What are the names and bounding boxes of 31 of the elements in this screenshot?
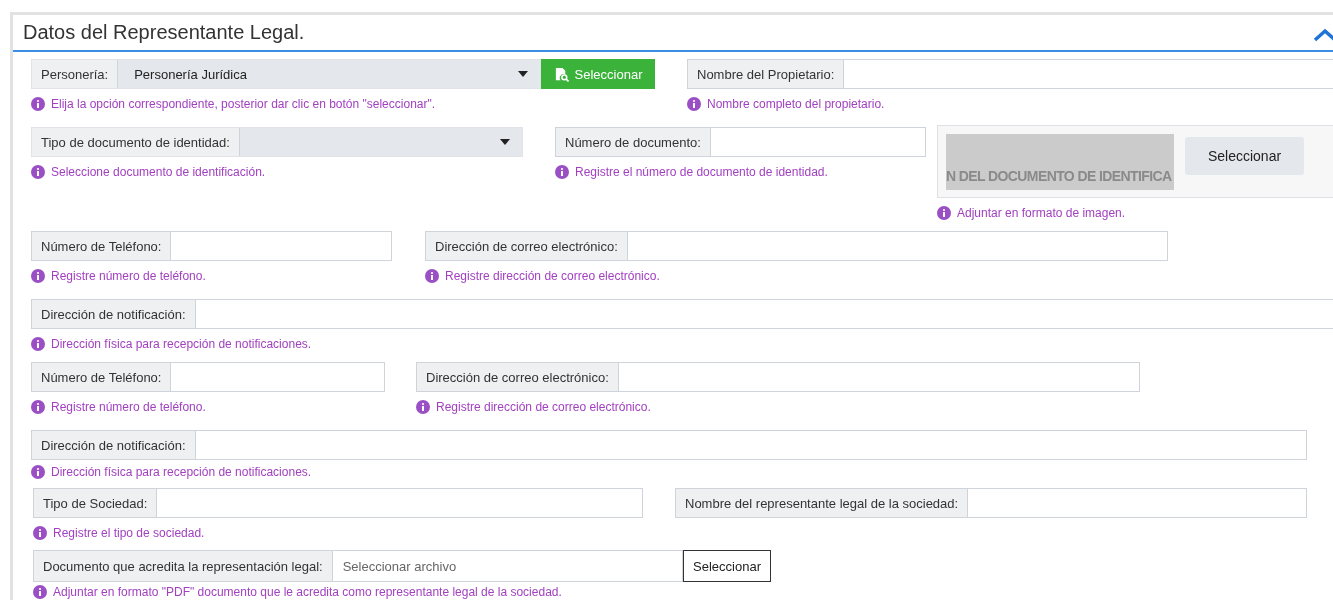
hint-text: Adjuntar en formato de imagen. [957, 206, 1126, 220]
hint-text: Dirección física para recepción de notificaciones. [51, 337, 312, 351]
info-icon [31, 337, 45, 351]
collapse-icon[interactable] [1313, 27, 1333, 42]
hint-text: Nombre completo del propietario. [707, 97, 885, 111]
hint-text: Elija la opción correspondiente, posterior dar clic en botón "seleccionar". [51, 97, 436, 111]
info-icon [687, 97, 701, 111]
info-icon [937, 206, 951, 220]
hint-text: Registre el tipo de sociedad. [53, 526, 205, 540]
hint-text: Registre número de teléfono. [51, 400, 206, 414]
hint-text: Registre el número de documento de identidad. [575, 165, 828, 179]
hint-text: Adjuntar en formato "PDF" documento que le acredita como representante legal de la sociedad. [53, 585, 562, 599]
info-icon [416, 400, 430, 414]
hint-text: Registre número de teléfono. [51, 269, 206, 283]
info-icon [31, 165, 45, 179]
hint-text: Dirección física para recepción de notificaciones. [51, 465, 312, 479]
info-icon [33, 585, 47, 599]
info-icon [31, 465, 45, 479]
info-icon [31, 400, 45, 414]
hint-text: Registre dirección de correo electrónico. [436, 400, 651, 414]
select-button[interactable]: Seleccionar [683, 550, 771, 582]
info-icon [33, 526, 47, 540]
info-icon [31, 97, 45, 111]
info-icon [555, 165, 569, 179]
hint-text: Registre dirección de correo electrónico. [445, 269, 660, 283]
select-button[interactable]: Seleccionar [1185, 137, 1304, 175]
document-search-icon [553, 66, 569, 82]
info-icon [425, 269, 439, 283]
info-icon [31, 269, 45, 283]
hint-text: Seleccione documento de identificación. [51, 165, 266, 179]
section-title: Datos del Representante Legal. [23, 21, 305, 44]
